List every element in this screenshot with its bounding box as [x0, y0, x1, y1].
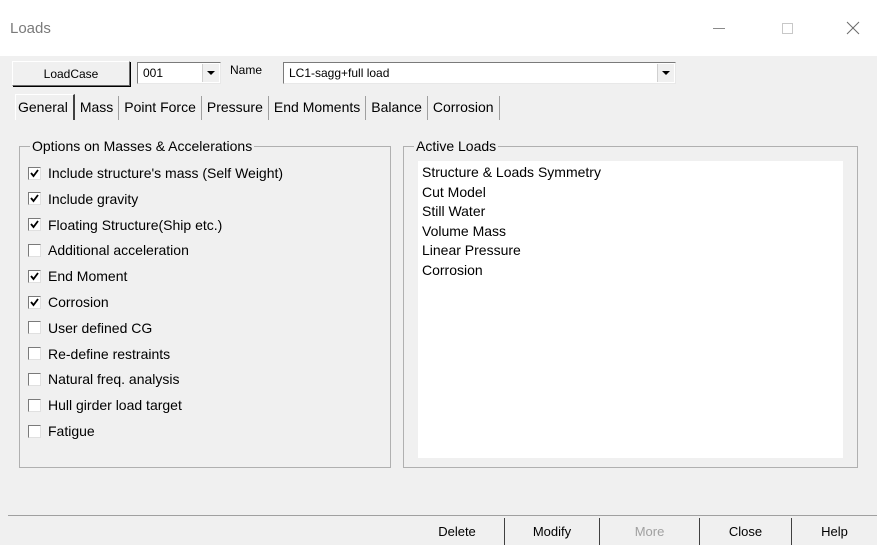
- loadcase-number-select[interactable]: 001: [137, 62, 221, 84]
- option-row[interactable]: Hull girder load target: [28, 395, 182, 415]
- options-group-title: Options on Masses & Accelerations: [30, 138, 255, 154]
- checkbox[interactable]: [28, 192, 41, 206]
- option-row[interactable]: Include structure's mass (Self Weight): [28, 163, 283, 183]
- checkbox[interactable]: [28, 398, 41, 412]
- checkmark-icon: [30, 297, 39, 306]
- option-label: Hull girder load target: [48, 397, 182, 414]
- option-row[interactable]: End Moment: [28, 266, 127, 286]
- help-button[interactable]: Help: [792, 518, 877, 545]
- close-icon: [846, 21, 860, 35]
- loadcase-name-select[interactable]: LC1-sagg+full load: [283, 62, 676, 84]
- option-row[interactable]: Additional acceleration: [28, 240, 189, 260]
- checkbox[interactable]: [28, 424, 41, 438]
- checkbox[interactable]: [28, 321, 41, 335]
- option-label: Corrosion: [48, 294, 109, 310]
- checkmark-icon: [30, 194, 39, 203]
- active-load-item[interactable]: Linear Pressure: [422, 241, 839, 261]
- active-load-item[interactable]: Cut Model: [422, 183, 839, 203]
- maximize-icon: [781, 22, 793, 34]
- active-loads-group: Active Loads Structure & Loads Symmetry C…: [403, 138, 858, 468]
- loadcase-name-value: LC1-sagg+full load: [289, 66, 390, 80]
- maximize-button[interactable]: [765, 10, 809, 46]
- options-group: Options on Masses & Accelerations Includ…: [19, 138, 391, 468]
- option-row[interactable]: Include gravity: [28, 189, 138, 209]
- tab-balance[interactable]: Balance: [366, 96, 428, 120]
- active-loads-list[interactable]: Structure & Loads Symmetry Cut Model Still…: [418, 161, 843, 458]
- minimize-icon: [713, 27, 725, 29]
- chevron-down-icon: [207, 71, 215, 75]
- tab-corrosion[interactable]: Corrosion: [428, 96, 500, 120]
- checkbox[interactable]: [28, 166, 41, 180]
- active-load-item[interactable]: Structure & Loads Symmetry: [422, 163, 839, 183]
- option-row[interactable]: Floating Structure(Ship etc.): [28, 215, 222, 235]
- option-label: Include structure's mass (Self Weight): [48, 165, 284, 181]
- close-window-button[interactable]: [831, 10, 875, 46]
- option-label: End Moment: [48, 268, 128, 285]
- checkbox[interactable]: [28, 218, 41, 232]
- checkmark-icon: [30, 272, 39, 281]
- checkbox[interactable]: [28, 269, 41, 283]
- tab-bar: General Mass Point Force Pressure End Mo…: [15, 94, 500, 120]
- option-label: Fatigue: [48, 423, 95, 439]
- option-label: User defined CG: [48, 319, 153, 336]
- loadcase-number-value: 001: [143, 66, 164, 80]
- dropdown-button[interactable]: [202, 64, 219, 82]
- option-row[interactable]: Re-define restraints: [28, 344, 170, 364]
- checkmark-icon: [30, 220, 39, 229]
- tab-pressure[interactable]: Pressure: [202, 96, 269, 120]
- option-label: Floating Structure(Ship etc.): [48, 216, 223, 233]
- loadcase-button[interactable]: LoadCase: [12, 61, 130, 86]
- tab-end-moments[interactable]: End Moments: [269, 96, 367, 120]
- checkmark-icon: [30, 168, 39, 177]
- chevron-down-icon: [662, 71, 670, 75]
- active-load-item[interactable]: Volume Mass: [422, 222, 839, 242]
- option-label: Additional acceleration: [48, 242, 189, 259]
- tab-general[interactable]: General: [15, 94, 75, 120]
- active-load-item[interactable]: Corrosion: [422, 261, 839, 281]
- checkbox[interactable]: [28, 295, 41, 309]
- option-label: Natural freq. analysis: [48, 371, 180, 388]
- option-row[interactable]: Fatigue: [28, 421, 95, 441]
- window-title: Loads: [10, 20, 51, 37]
- minimize-button[interactable]: [697, 10, 741, 46]
- option-row[interactable]: Natural freq. analysis: [28, 369, 180, 389]
- option-row[interactable]: User defined CG: [28, 318, 152, 338]
- option-label: Re-define restraints: [48, 345, 171, 362]
- option-label: Include gravity: [48, 190, 139, 207]
- close-button[interactable]: Close: [700, 518, 792, 545]
- tab-point-force[interactable]: Point Force: [119, 96, 202, 120]
- option-row[interactable]: Corrosion: [28, 292, 109, 312]
- checkbox[interactable]: [28, 243, 41, 257]
- modify-button[interactable]: Modify: [505, 518, 600, 545]
- active-loads-title: Active Loads: [414, 138, 499, 154]
- active-load-item[interactable]: Still Water: [422, 202, 839, 222]
- dropdown-button[interactable]: [657, 64, 674, 82]
- title-bar: Loads: [0, 0, 877, 56]
- checkbox[interactable]: [28, 372, 41, 386]
- name-label: Name: [230, 63, 263, 77]
- checkbox[interactable]: [28, 347, 41, 361]
- tab-mass[interactable]: Mass: [75, 96, 120, 120]
- more-button[interactable]: More: [600, 518, 700, 545]
- delete-button[interactable]: Delete: [410, 518, 505, 545]
